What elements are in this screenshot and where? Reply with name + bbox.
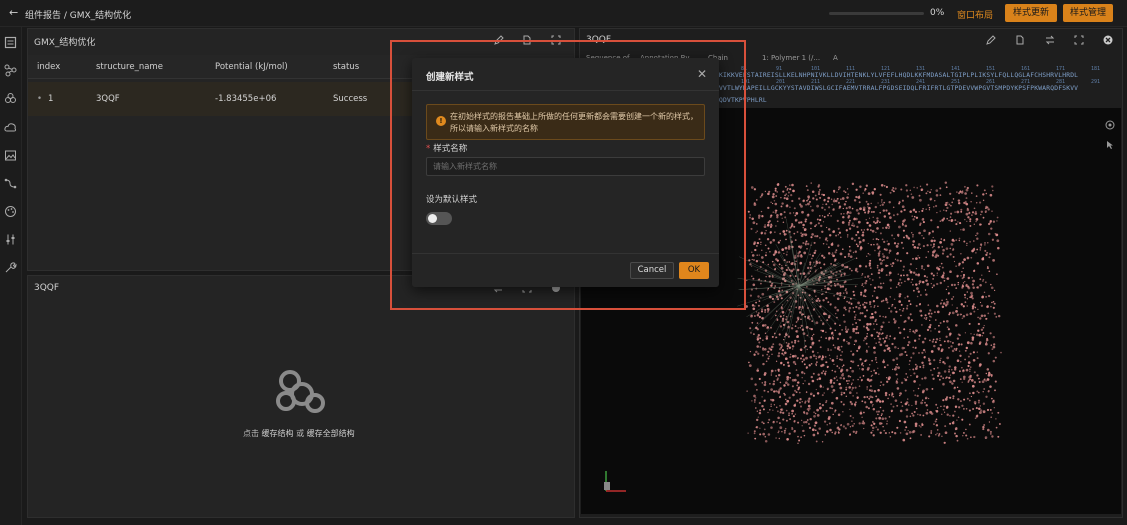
create-style-dialog: 创建新样式 ✕ ! 在初始样式的报告基础上所做的任何更新都会需要创建一个新的样式… xyxy=(412,58,719,287)
sequence-residue-number: 181 xyxy=(1091,66,1101,72)
network-icon[interactable] xyxy=(4,64,17,77)
seq-tab-polymer[interactable]: 1: Polymer 1 (/... xyxy=(762,54,820,62)
sliders-icon[interactable] xyxy=(4,233,17,246)
window-layout-link[interactable]: 窗口布局 xyxy=(957,8,993,21)
row-bullet-icon: • xyxy=(37,94,43,104)
column-header-status[interactable]: status xyxy=(333,62,359,72)
viewer-fullscreen-icon[interactable] xyxy=(1074,35,1084,45)
edit-icon[interactable] xyxy=(494,35,504,45)
image-icon[interactable] xyxy=(4,149,17,162)
sequence-line-1[interactable]: LKKIKKVEFSTAIREISLLKELNHPNIVKLLDVIHTENKL… xyxy=(711,72,1078,79)
palette-icon[interactable] xyxy=(4,205,17,218)
wrench-icon[interactable] xyxy=(4,261,17,274)
cell-index: 1 xyxy=(48,94,54,104)
cancel-button[interactable]: Cancel xyxy=(630,262,674,279)
viewer-panel-title: 3QQF xyxy=(586,35,612,45)
structure-panel-title: 3QQF xyxy=(34,283,60,293)
cloud-icon[interactable] xyxy=(4,121,17,134)
warning-icon: ! xyxy=(436,116,446,126)
axis-gizmo-icon xyxy=(604,471,626,492)
cell-potential: -1.83455e+06 xyxy=(215,94,277,104)
sequence-residue-number: 291 xyxy=(1091,79,1101,85)
update-style-button[interactable]: 样式更新 xyxy=(1005,4,1057,22)
style-name-input[interactable] xyxy=(426,157,705,176)
table-panel-title: GMX_结构优化 xyxy=(34,38,96,48)
style-name-label-text: 样式名称 xyxy=(433,144,468,154)
required-marker: * xyxy=(426,144,431,154)
atom-cloud xyxy=(737,181,1002,445)
dialog-title: 创建新样式 xyxy=(426,72,474,83)
ok-button[interactable]: OK xyxy=(679,262,709,279)
sidebar xyxy=(0,27,22,525)
hint-prefix: 点击 xyxy=(243,429,259,438)
warning-alert: ! 在初始样式的报告基础上所做的任何更新都会需要创建一个新的样式，所以请输入新样… xyxy=(426,104,705,140)
empty-structure-hint: 点击 缓存结构 或 缓存全部结构 xyxy=(243,428,355,439)
cache-all-structures-link[interactable]: 缓存全部结构 xyxy=(307,429,355,438)
seq-tab-chain-a[interactable]: A xyxy=(833,54,838,62)
viewer-file-icon[interactable] xyxy=(1015,35,1025,45)
file-icon[interactable] xyxy=(522,35,532,45)
dialog-divider-top xyxy=(412,90,719,91)
manage-style-button[interactable]: 样式管理 xyxy=(1063,4,1113,22)
viewer-edit-icon[interactable] xyxy=(986,35,996,45)
cell-status: Success xyxy=(333,94,368,104)
cell-structure-name: 3QQF xyxy=(96,94,120,104)
default-style-label: 设为默认样式 xyxy=(426,195,478,205)
warning-text: 在初始样式的报告基础上所做的任何更新都会需要创建一个新的样式，所以请输入新样式的… xyxy=(450,112,698,133)
default-style-toggle[interactable] xyxy=(426,212,452,225)
progress-label: 0% xyxy=(930,8,945,18)
viewer-close-icon[interactable] xyxy=(1103,35,1113,45)
route-icon[interactable] xyxy=(4,177,17,190)
sequence-line-3[interactable]: FFQDVTKPVPHLRL xyxy=(711,97,767,104)
breadcrumb: 组件报告 / GMX_结构优化 xyxy=(25,11,132,21)
dialog-divider-bottom xyxy=(412,253,719,254)
viewer-swap-icon[interactable] xyxy=(1045,35,1055,45)
fullscreen-icon[interactable] xyxy=(551,35,561,45)
style-name-label: * 样式名称 xyxy=(426,142,467,154)
progress-bar xyxy=(829,12,924,15)
sequence-line-2[interactable]: PEVVTLWYRAPEILLGCKYYSTAVDIWSLGCIFAEMVTRR… xyxy=(711,85,1078,92)
column-header-index[interactable]: index xyxy=(37,62,60,72)
close-icon[interactable]: ✕ xyxy=(697,67,707,81)
toggle-knob xyxy=(428,214,437,223)
back-arrow-icon[interactable]: ← xyxy=(9,6,18,19)
cache-structure-link[interactable]: 缓存结构 xyxy=(262,429,294,438)
column-header-potential[interactable]: Potential (kJ/mol) xyxy=(215,62,288,72)
cluster-icon[interactable] xyxy=(4,92,17,105)
hint-or: 或 xyxy=(296,429,305,438)
column-header-structure-name[interactable]: structure_name xyxy=(96,62,163,72)
top-bar: ← 组件报告 / GMX_结构优化 0% 窗口布局 样式更新 样式管理 xyxy=(0,0,1127,27)
list-icon[interactable] xyxy=(4,36,17,49)
molecule-placeholder-icon xyxy=(276,370,325,413)
